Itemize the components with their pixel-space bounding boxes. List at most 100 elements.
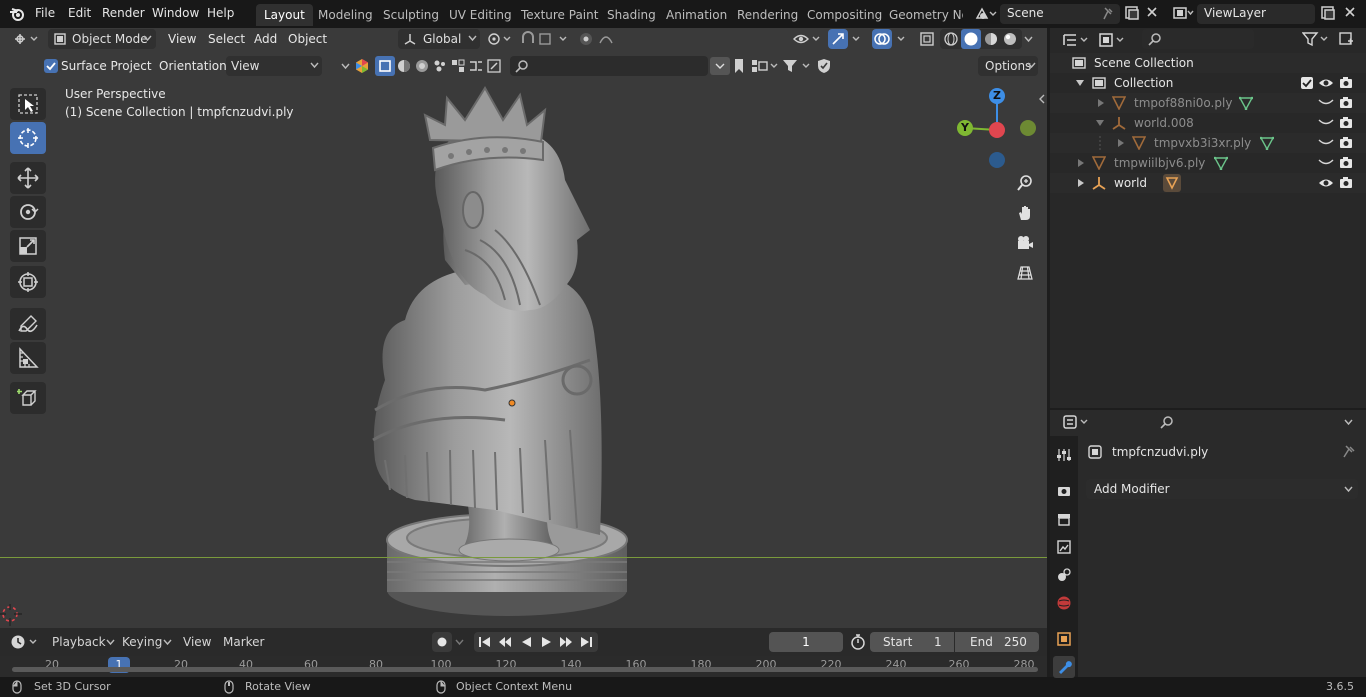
jump-start-icon[interactable] — [478, 635, 492, 649]
surface-project-checkbox[interactable] — [44, 59, 58, 73]
bounding-box-select-icon[interactable] — [375, 56, 395, 76]
stopwatch-icon[interactable] — [850, 634, 866, 650]
move-tool[interactable] — [10, 162, 46, 194]
edit-mode-select-icon[interactable] — [486, 58, 502, 74]
pin-icon[interactable] — [1342, 445, 1356, 459]
tab-geometry-nodes[interactable]: Geometry Noc — [881, 4, 963, 26]
menu-add[interactable]: Add — [254, 32, 277, 46]
eye-closed-icon[interactable] — [1318, 118, 1334, 128]
editor-type-icon[interactable] — [12, 31, 40, 47]
camera-render-icon[interactable] — [1339, 156, 1353, 170]
texture-select-icon[interactable] — [414, 58, 430, 74]
snap-icon[interactable] — [520, 31, 570, 47]
outliner-row-mesh[interactable]: tmpvxb3i3xr.ply — [1050, 133, 1366, 153]
end-frame-field[interactable]: End 250 — [955, 632, 1039, 652]
pattern-select-icon[interactable] — [450, 58, 466, 74]
eye-closed-icon[interactable] — [1318, 98, 1334, 108]
transform-tool[interactable] — [10, 266, 46, 298]
timeline-view-menu[interactable]: View — [183, 635, 211, 649]
new-scene-icon[interactable] — [1124, 5, 1140, 21]
expand-arrow-icon[interactable] — [1117, 139, 1125, 147]
new-collection-icon[interactable] — [1338, 31, 1354, 47]
mode-dropdown[interactable]: Object Mode — [48, 29, 156, 49]
menu-help[interactable]: Help — [207, 6, 234, 20]
view-layer-icon[interactable] — [1172, 5, 1194, 21]
menu-file[interactable]: File — [35, 6, 55, 20]
jump-keyframe-back-icon[interactable] — [498, 635, 512, 649]
delete-view-layer-icon[interactable] — [1344, 6, 1356, 18]
eye-icon[interactable] — [1318, 176, 1334, 190]
jump-keyframe-forward-icon[interactable] — [559, 635, 573, 649]
3d-viewport[interactable]: Object Mode View Select Add Object Globa… — [0, 28, 1047, 628]
tab-uv-editing[interactable]: UV Editing — [441, 4, 520, 26]
outliner-row-mesh[interactable]: tmpwiilbjv6.ply — [1050, 153, 1366, 173]
expand-arrow-icon[interactable] — [1096, 119, 1104, 127]
particles-select-icon[interactable] — [432, 58, 448, 74]
material-shading-icon[interactable] — [983, 31, 999, 47]
camera-render-icon[interactable] — [1339, 136, 1353, 150]
rendered-shading-icon[interactable] — [1002, 31, 1018, 47]
proportional-edit-icon[interactable] — [578, 31, 628, 47]
expand-arrow-icon[interactable] — [1097, 99, 1105, 107]
scene-field[interactable]: Scene — [1000, 4, 1120, 24]
tool-tab-icon[interactable] — [1053, 444, 1075, 466]
scale-tool[interactable] — [10, 230, 46, 262]
eye-closed-icon[interactable] — [1318, 138, 1334, 148]
expand-arrow-icon[interactable] — [1076, 79, 1084, 87]
solid-select-icon[interactable] — [396, 58, 412, 74]
keying-dropdown[interactable]: Keying — [116, 632, 174, 652]
add-modifier-dropdown[interactable]: Add Modifier — [1086, 479, 1358, 499]
playback-dropdown[interactable]: Playback — [46, 632, 116, 652]
measure-tool[interactable] — [10, 342, 46, 374]
exclude-checkbox[interactable] — [1301, 77, 1313, 89]
outliner-row-mesh[interactable]: tmpof88ni0o.ply — [1050, 93, 1366, 113]
object-tab-icon[interactable] — [1053, 628, 1075, 650]
cursor-tool[interactable] — [10, 122, 46, 154]
tab-compositing[interactable]: Compositing — [799, 4, 890, 26]
tab-rendering[interactable]: Rendering — [729, 4, 806, 26]
camera-render-icon[interactable] — [1339, 76, 1353, 90]
chevron-down-icon[interactable] — [1024, 36, 1033, 43]
outliner-editor-icon[interactable] — [1062, 32, 1092, 48]
shield-icon[interactable] — [816, 58, 832, 74]
timeline-ruler[interactable]: 20 1 20 40 60 80 100 120 140 160 180 200… — [0, 656, 1047, 677]
annotate-tool[interactable] — [10, 308, 46, 340]
perspective-toggle-icon[interactable] — [1012, 260, 1038, 286]
outliner-search-input[interactable] — [1142, 29, 1254, 49]
timeline-scrollbar[interactable] — [12, 667, 1038, 672]
properties-search-input[interactable] — [1154, 412, 1264, 432]
bookmark-icon[interactable] — [733, 58, 745, 74]
xray-toggle-icon[interactable] — [919, 31, 937, 47]
camera-view-icon[interactable] — [1012, 230, 1038, 256]
camera-render-icon[interactable] — [1339, 176, 1353, 190]
menu-object[interactable]: Object — [288, 32, 327, 46]
outliner-row-empty[interactable]: world.008 — [1050, 113, 1366, 133]
tab-layout[interactable]: Layout — [256, 4, 313, 26]
collapse-arrow-icon[interactable] — [1038, 94, 1046, 104]
play-icon[interactable] — [539, 635, 553, 649]
chevron-down-icon[interactable] — [1344, 419, 1353, 426]
outliner-row-collection[interactable]: Collection — [1050, 73, 1366, 93]
view-options-icon[interactable] — [750, 58, 780, 74]
render-tab-icon[interactable] — [1053, 480, 1075, 502]
filter-icon[interactable] — [782, 58, 814, 74]
bust-model[interactable] — [355, 80, 655, 625]
camera-render-icon[interactable] — [1339, 116, 1353, 130]
tab-texture-paint[interactable]: Texture Paint — [513, 4, 606, 26]
jump-end-icon[interactable] — [579, 635, 593, 649]
record-keyframe-icon[interactable] — [432, 632, 452, 652]
camera-render-icon[interactable] — [1339, 96, 1353, 110]
pan-hand-icon[interactable] — [1012, 200, 1038, 226]
menu-edit[interactable]: Edit — [68, 6, 91, 20]
solid-shading-icon[interactable] — [961, 29, 981, 49]
tab-shading[interactable]: Shading — [599, 4, 664, 26]
timeline-editor-icon[interactable] — [10, 634, 40, 650]
chevron-down-icon[interactable] — [710, 57, 730, 75]
eye-icon[interactable] — [1318, 76, 1334, 90]
start-frame-field[interactable]: Start 1 — [870, 632, 954, 652]
world-tab-icon[interactable] — [1053, 592, 1075, 614]
transform-orientation-dropdown[interactable]: Global — [398, 29, 480, 49]
current-frame-field[interactable]: 1 — [769, 632, 843, 652]
scene-tab-icon[interactable] — [1053, 564, 1075, 586]
delete-scene-icon[interactable] — [1146, 6, 1158, 18]
